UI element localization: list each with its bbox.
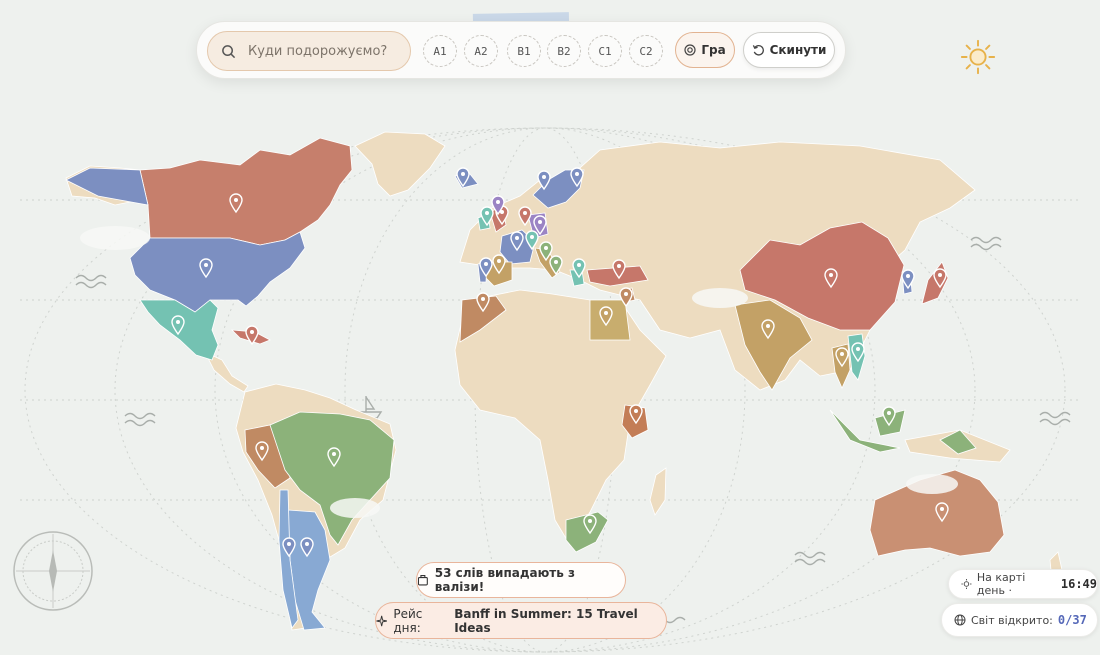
day-time-badge: На карті день · 16:49: [948, 569, 1098, 599]
reset-button-label: Скинути: [769, 43, 827, 57]
reset-icon: [752, 44, 764, 56]
suitcase-icon: [417, 575, 428, 586]
flight-label: Рейс дня:: [393, 606, 423, 635]
day-time-label: На карті день ·: [976, 571, 1026, 597]
madagascar: [649, 467, 667, 516]
level-a2-button[interactable]: A2: [464, 35, 498, 67]
game-button-label: Гра: [701, 43, 726, 57]
search-box[interactable]: [207, 31, 411, 71]
country-canada: [139, 137, 353, 246]
globe-icon: [954, 614, 966, 626]
suitcase-toast: 53 слів випадають з валізи!: [416, 562, 626, 598]
world-discovered-label: Світ відкрито:: [971, 613, 1053, 627]
level-b1-button[interactable]: B1: [507, 35, 541, 67]
suitcase-message: 53 слів випадають з валізи!: [434, 566, 575, 594]
level-c2-button[interactable]: C2: [629, 35, 663, 67]
greenland: [354, 131, 446, 197]
day-time-value: 16:49: [1060, 577, 1097, 591]
flight-of-the-day-banner[interactable]: Рейс дня: Banff in Summer: 15 Travel Ide…: [375, 602, 667, 639]
toolbar: A1 A2 B1 B2 C1 C2 Гра Скинути: [196, 21, 846, 79]
game-button[interactable]: Гра: [675, 32, 735, 68]
world-map[interactable]: [0, 0, 1100, 655]
flight-title[interactable]: Banff in Summer: 15 Travel Ideas: [454, 607, 666, 635]
target-icon: [684, 44, 696, 56]
sun-icon[interactable]: [959, 38, 997, 76]
world-discovered-badge: Світ відкрито: 0/37: [941, 603, 1098, 637]
search-input[interactable]: [246, 42, 400, 60]
world-discovered-value: 0/37: [1057, 613, 1087, 627]
sun-small-icon: [961, 579, 972, 589]
compass-icon: [13, 531, 93, 611]
reset-button[interactable]: Скинути: [743, 32, 835, 68]
level-b2-button[interactable]: B2: [547, 35, 581, 67]
level-c1-button[interactable]: C1: [588, 35, 622, 67]
sparkle-icon: [376, 615, 387, 626]
search-icon: [222, 44, 236, 58]
level-a1-button[interactable]: A1: [423, 35, 457, 67]
